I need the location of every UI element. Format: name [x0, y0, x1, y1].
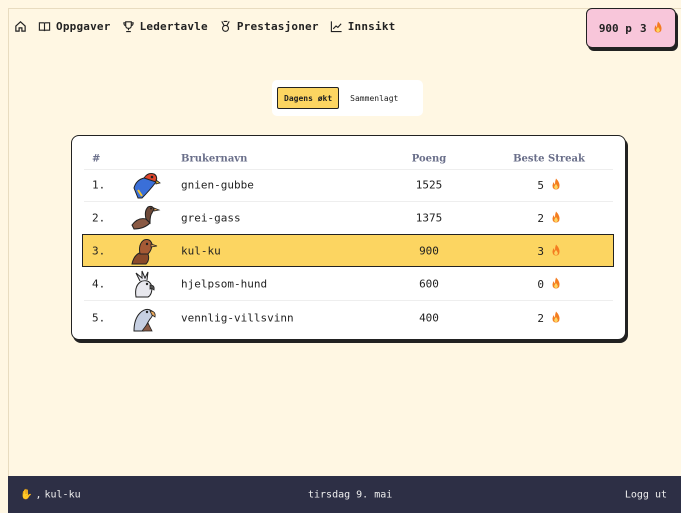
trophy-icon [122, 20, 134, 32]
footer-username: kul-ku [44, 489, 81, 500]
cuckoo-avatar-icon [131, 238, 158, 264]
top-nav: Oppgaver Ledertavle Prestasjoner Innsikt [14, 16, 406, 36]
nav-label: Oppgaver [56, 19, 111, 33]
waving-hand-icon: ✋ [20, 489, 33, 500]
cockatoo-avatar-icon [135, 270, 155, 298]
row-streak-value: 0 [537, 278, 544, 291]
row-rank: 5. [92, 311, 106, 324]
home-link[interactable] [14, 20, 27, 33]
streak-group: 3 [640, 21, 663, 35]
row-points: 400 [419, 311, 439, 324]
row-streak-value: 2 [537, 311, 544, 325]
flame-icon [552, 277, 560, 289]
points-value: 900 p [598, 21, 632, 35]
row-username: gnien-gubbe [181, 178, 254, 192]
nav-label: Ledertavle [139, 19, 208, 33]
row-streak: 2 [494, 211, 604, 225]
header-points: Poeng [411, 153, 447, 164]
row-streak: 0 [494, 277, 604, 291]
flame-icon [552, 244, 560, 255]
leaderboard-table: # Brukernavn Poeng Beste Streak 1. gnien… [71, 135, 626, 340]
row-streak-value: 2 [537, 212, 544, 225]
row-points: 1525 [415, 178, 443, 192]
row-username: hjelpsom-hund [181, 277, 268, 291]
header-streak: Beste Streak [513, 153, 585, 164]
row-username: kul-ku [181, 244, 221, 257]
table-row[interactable]: 2. grei-gass 1375 2 [84, 202, 613, 235]
flame-icon [552, 178, 560, 190]
nav-oppgaver[interactable]: Oppgaver [38, 20, 111, 33]
row-streak-value: 5 [537, 179, 544, 192]
table-row[interactable]: 5. vennlig-villsvinn 400 2 [84, 301, 613, 334]
footer-date: tirsdag 9. mai [308, 489, 393, 500]
row-streak: 3 [494, 244, 604, 258]
goose-avatar-icon [131, 205, 161, 230]
nav-prestasjoner[interactable]: Prestasjoner [219, 20, 319, 33]
row-rank: 1. [92, 178, 106, 192]
tab-dagens-okt[interactable]: Dagens økt [277, 87, 340, 109]
nav-label: Innsikt [347, 19, 396, 33]
nav-innsikt[interactable]: Innsikt [330, 20, 396, 33]
row-streak: 2 [494, 311, 604, 325]
tab-sammenlagt[interactable]: Sammenlagt [344, 87, 404, 109]
footer-greeting-comma: , [35, 489, 42, 500]
points-badge[interactable]: 900 p 3 [586, 8, 676, 48]
row-points: 1375 [415, 211, 443, 225]
table-header: # Brukernavn Poeng Beste Streak [84, 148, 613, 170]
table-row[interactable]: 1. gnien-gubbe 1525 5 [84, 169, 613, 202]
status-footer: ✋ , kul-ku tirsdag 9. mai Logg ut [8, 476, 681, 513]
nav-label: Prestasjoner [236, 19, 319, 33]
streak-value: 3 [639, 22, 647, 35]
row-rank: 4. [92, 277, 106, 291]
row-username: vennlig-villsvinn [181, 311, 294, 324]
flame-icon [552, 211, 560, 223]
scope-toggle: Dagens økt Sammenlagt [272, 80, 423, 116]
row-streak-value: 3 [537, 244, 544, 258]
row-streak: 5 [494, 178, 604, 192]
row-username: grei-gass [181, 211, 241, 225]
header-rank: # [92, 153, 101, 164]
row-points: 900 [419, 244, 439, 257]
nav-ledertavle[interactable]: Ledertavle [122, 20, 208, 33]
book-icon [38, 21, 51, 31]
header-name: Brukernavn [181, 153, 248, 164]
chart-line-icon [330, 20, 342, 32]
row-points: 600 [419, 277, 439, 291]
row-rank: 2. [92, 211, 106, 225]
row-rank: 3. [92, 244, 106, 257]
home-icon [15, 20, 26, 32]
logout-button[interactable]: Logg ut [625, 489, 667, 500]
flame-icon [654, 21, 662, 33]
flame-icon [552, 311, 560, 322]
table-row[interactable]: 4. hjelpsom-hund 600 0 [84, 268, 613, 301]
footer-user: ✋ , kul-ku [20, 489, 81, 500]
table-row-current-user[interactable]: 3. kul-ku 900 3 [82, 234, 614, 267]
eagle-avatar-icon [133, 308, 156, 331]
medal-icon [221, 20, 230, 32]
parrot-avatar-icon [133, 173, 161, 199]
